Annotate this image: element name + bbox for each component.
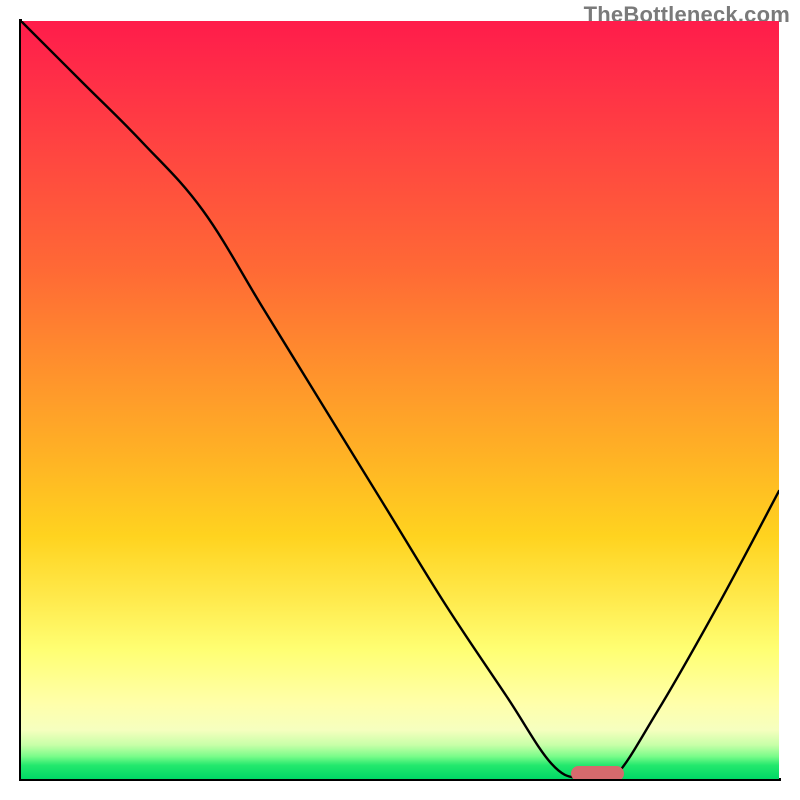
optimum-marker xyxy=(571,766,624,779)
plot-area xyxy=(21,21,779,779)
bottleneck-curve xyxy=(21,21,779,779)
curve-svg xyxy=(21,21,779,779)
chart-canvas: TheBottleneck.com xyxy=(0,0,800,800)
